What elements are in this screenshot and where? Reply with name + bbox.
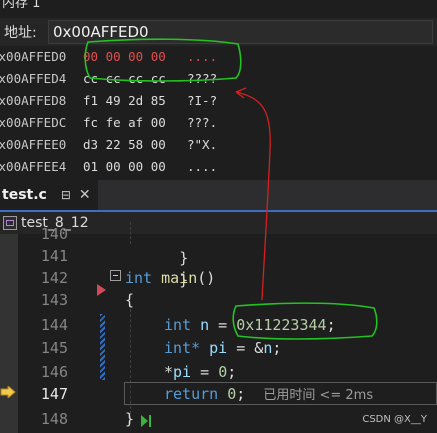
ide-window: 内存 1 地址: 0x00AFFED0 0x00AFFED0 00 00 00 … [0, 0, 437, 433]
code-token: } [125, 410, 135, 428]
variable-token: pi [209, 339, 228, 357]
code-line: } [125, 222, 188, 267]
operator-token: * [164, 363, 174, 381]
memory-row-ascii: .... [187, 49, 218, 64]
line-number: 140 [40, 225, 68, 243]
memory-row[interactable]: 0x00AFFEDC fc fe af 00 ???. [0, 112, 437, 134]
memory-row-bytes[interactable]: cc cc cc cc [83, 68, 187, 90]
memory-row[interactable]: 0x00AFFED0 00 00 00 00 .... [0, 46, 437, 68]
memory-row-ascii: ?"X. [187, 137, 218, 152]
number-literal: 0 [227, 385, 237, 403]
editor-tab-strip: test.c ⊟ ✕ [0, 180, 437, 212]
memory-row-bytes[interactable]: 01 00 00 00 [83, 156, 187, 178]
code-line: *pi = 0; [164, 360, 236, 384]
indent-guide [130, 304, 132, 424]
memory-row-bytes[interactable]: f1 49 2d 85 [83, 90, 187, 112]
code-token: ; [272, 339, 282, 357]
memory-row[interactable]: 0x00AFFEE0 d3 22 58 00 ?"X. [0, 134, 437, 156]
perf-tip-elapsed-time[interactable]: 已用时间 <= 2ms [263, 388, 373, 403]
memory-row-address: 0x00AFFED0 [0, 49, 67, 64]
line-number: 143 [40, 291, 68, 309]
line-number: 145 [40, 339, 68, 357]
scope-icon [3, 216, 17, 230]
memory-address-bar: 地址: 0x00AFFED0 [0, 18, 437, 46]
memory-row-ascii: ???? [187, 71, 218, 86]
memory-row-bytes[interactable]: fc fe af 00 [83, 112, 187, 134]
keyword-token: int [125, 269, 153, 287]
tab-test-c[interactable]: test.c ⊟ ✕ [0, 180, 98, 210]
keyword-token: int* [164, 339, 201, 357]
collapse-toggle-icon[interactable] [110, 270, 121, 281]
number-literal: 0 [218, 363, 228, 381]
line-number: 142 [40, 269, 68, 287]
keyword-token: return [164, 385, 219, 403]
code-token: { [125, 291, 135, 309]
memory-row[interactable]: 0x00AFFED4 cc cc cc cc ???? [0, 68, 437, 90]
code-editor[interactable]: 140 141 142 143 144 145 146 147 148 } } … [0, 222, 437, 433]
line-number-current: 147 [40, 385, 68, 403]
memory-row-bytes[interactable]: d3 22 58 00 [83, 134, 187, 156]
line-number: 148 [40, 410, 68, 428]
variable-token: pi [173, 363, 192, 381]
memory-row-address: 0x00AFFEDC [0, 115, 67, 130]
code-token: ; [236, 385, 246, 403]
memory-row-ascii: .... [187, 159, 218, 174]
close-icon[interactable]: ✕ [79, 187, 91, 203]
memory-row-address: 0x00AFFED8 [0, 93, 67, 108]
address-label: 地址: [4, 25, 37, 41]
number-literal: 0x11223344 [236, 316, 327, 334]
code-line: { [125, 288, 134, 312]
code-line: int n = 0x11223344; [164, 313, 336, 337]
indicator-margin[interactable] [0, 234, 18, 433]
address-input[interactable]: 0x00AFFED0 [48, 20, 433, 44]
watermark: CSDN @X__Y [362, 414, 427, 425]
run-to-click-icon[interactable] [140, 414, 152, 428]
memory-window-title: 内存 1 [2, 0, 41, 11]
code-line: } [125, 407, 134, 431]
line-number: 144 [40, 316, 68, 334]
memory-row-address: 0x00AFFEE4 [0, 159, 67, 174]
tab-label: test.c [2, 187, 47, 203]
memory-row-ascii: ???. [187, 115, 218, 130]
line-number: 146 [40, 363, 68, 381]
memory-row-ascii: ?I-? [187, 93, 218, 108]
function-name-token: main [161, 269, 198, 287]
code-token: ; [326, 316, 336, 334]
code-line: } [125, 244, 188, 289]
memory-rows: 0x00AFFED0 00 00 00 00 .... 0x00AFFED4 c… [0, 46, 437, 178]
code-line: int* pi = &n; [164, 336, 281, 360]
memory-row-address: 0x00AFFED4 [0, 71, 67, 86]
operator-token: = [191, 363, 219, 381]
memory-row[interactable]: 0x00AFFEE4 01 00 00 00 .... [0, 156, 437, 178]
variable-token: n [200, 316, 210, 334]
code-line-current: return 0; 已用时间 <= 2ms [164, 382, 373, 406]
code-line: int main() [125, 266, 215, 290]
memory-row[interactable]: 0x00AFFED8 f1 49 2d 85 ?I-? [0, 90, 437, 112]
change-tracking-bar [100, 314, 105, 380]
memory-row-address: 0x00AFFEE0 [0, 137, 67, 152]
memory-row-bytes[interactable]: 00 00 00 00 [83, 46, 187, 68]
code-token: () [197, 269, 216, 287]
operator-token: = [209, 316, 237, 334]
keyword-token: int [164, 316, 192, 334]
line-number: 141 [40, 247, 68, 265]
operator-token: = & [227, 339, 264, 357]
pin-icon[interactable]: ⊟ [61, 188, 71, 202]
execution-pointer-icon [0, 386, 16, 398]
bookmark-marker-icon [97, 284, 106, 296]
code-token: ; [227, 363, 237, 381]
